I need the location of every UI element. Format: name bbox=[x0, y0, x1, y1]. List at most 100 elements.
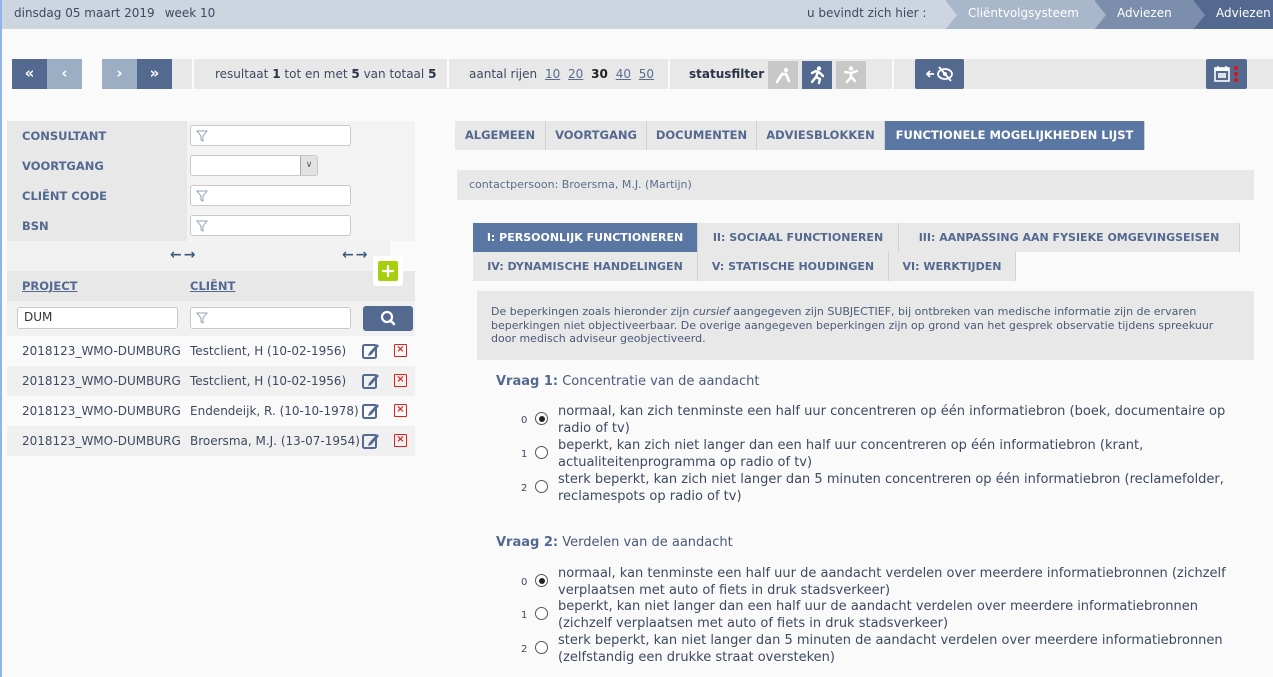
result-summary: resultaat 1 tot en met 5 van totaal 5 bbox=[215, 67, 437, 81]
statusfilter-running-button[interactable] bbox=[802, 61, 832, 89]
sort-client-link[interactable]: CLIËNT bbox=[190, 279, 235, 293]
plus-icon: + bbox=[378, 261, 398, 281]
add-button[interactable]: + bbox=[373, 256, 403, 286]
voortgang-label: VOORTGANG bbox=[7, 151, 187, 181]
delete-icon[interactable]: × bbox=[394, 404, 407, 417]
filter-row-consultant: CONSULTANT bbox=[7, 121, 415, 151]
search-button[interactable] bbox=[363, 306, 413, 331]
consultant-filter-input[interactable] bbox=[190, 125, 351, 146]
prev-page-button[interactable]: ‹ bbox=[47, 59, 82, 89]
breadcrumb-clientvolgsysteem[interactable]: Cliëntvolgsysteem bbox=[945, 0, 1096, 30]
top-bar: dinsdag 05 maart 2019 week 10 u bevindt z… bbox=[2, 0, 1273, 30]
radio-button[interactable] bbox=[535, 446, 548, 459]
client-cell: Broersma, M.J. (13-07-1954) bbox=[190, 434, 360, 448]
project-cell: 2018123_WMO-DUMBURG bbox=[22, 374, 181, 388]
filter-icon bbox=[196, 190, 208, 202]
project-search-input[interactable]: DUM bbox=[17, 307, 178, 329]
client-cell: Endendeijk, R. (10-10-1978) bbox=[190, 404, 359, 418]
week-text: week 10 bbox=[164, 6, 216, 20]
subtab-sociaal-functioneren[interactable]: II: SOCIAAL FUNCTIONEREN bbox=[698, 223, 899, 252]
client-cell: Testclient, H (10-02-1956) bbox=[190, 344, 347, 358]
search-icon bbox=[380, 310, 396, 326]
last-page-button[interactable]: » bbox=[137, 59, 172, 89]
tab-documenten[interactable]: DOCUMENTEN bbox=[647, 121, 757, 150]
running-icon bbox=[810, 66, 825, 85]
filter-icon bbox=[196, 130, 208, 142]
crouching-runner-icon bbox=[775, 67, 791, 84]
client-search-input[interactable] bbox=[190, 307, 351, 329]
list-search-row: DUM bbox=[7, 301, 415, 336]
rows-option-30-selected[interactable]: 30 bbox=[591, 67, 608, 81]
client-code-filter-input[interactable] bbox=[190, 185, 351, 206]
column-resize-row: ←→ ←→ bbox=[7, 241, 390, 271]
toolbar: « ‹ › » resultaat 1 tot en met 5 van tot… bbox=[2, 59, 1273, 89]
radio-button[interactable] bbox=[535, 641, 548, 654]
breadcrumb-adviezen[interactable]: Adviezen bbox=[1094, 0, 1195, 30]
breadcrumb-adviezen-current[interactable]: Adviezen bbox=[1193, 0, 1273, 30]
project-cell: 2018123_WMO-DUMBURG bbox=[22, 434, 181, 448]
rows-option-10[interactable]: 10 bbox=[545, 67, 560, 81]
table-row[interactable]: 2018123_WMO-DUMBURG Testclient, H (10-02… bbox=[7, 366, 415, 396]
filter-icon bbox=[196, 220, 208, 232]
filter-row-voortgang: VOORTGANG ∨ bbox=[7, 151, 415, 181]
next-page-button[interactable]: › bbox=[102, 59, 137, 89]
edit-icon[interactable] bbox=[362, 342, 380, 359]
current-date: dinsdag 05 maart 2019 week 10 bbox=[14, 6, 215, 20]
radio-button-selected[interactable] bbox=[535, 412, 548, 425]
project-cell: 2018123_WMO-DUMBURG bbox=[22, 404, 181, 418]
toggle-hidden-button[interactable] bbox=[915, 59, 964, 89]
client-column-arrows-icon[interactable]: ←→ bbox=[342, 247, 369, 263]
sort-project-link[interactable]: PROJECT bbox=[22, 279, 77, 293]
table-row[interactable]: 2018123_WMO-DUMBURG Testclient, H (10-02… bbox=[7, 336, 415, 366]
tab-adviesblokken[interactable]: ADVIESBLOKKEN bbox=[757, 121, 885, 150]
radio-button[interactable] bbox=[535, 607, 548, 620]
rows-option-40[interactable]: 40 bbox=[616, 67, 631, 81]
bsn-filter-input[interactable] bbox=[190, 215, 351, 236]
delete-icon[interactable]: × bbox=[394, 344, 407, 357]
date-text: dinsdag 05 maart 2019 bbox=[14, 6, 155, 20]
rows-option-20[interactable]: 20 bbox=[568, 67, 583, 81]
filter-row-bsn: BSN bbox=[7, 211, 415, 241]
finish-runner-icon bbox=[843, 66, 859, 84]
question-1-title: Vraag 1: Concentratie van de aandacht bbox=[496, 374, 760, 389]
edit-icon[interactable] bbox=[362, 372, 380, 389]
rows-option-50[interactable]: 50 bbox=[639, 67, 654, 81]
subjective-note: De beperkingen zoals hieronder zijn curs… bbox=[477, 291, 1254, 360]
chevron-down-icon[interactable]: ∨ bbox=[300, 156, 317, 175]
delete-icon[interactable]: × bbox=[394, 374, 407, 387]
statusfilter-label: statusfilter bbox=[689, 67, 765, 81]
first-page-button[interactable]: « bbox=[12, 59, 47, 89]
rows-per-page: aantal rijen 10 20 30 40 50 bbox=[469, 67, 655, 81]
voortgang-select[interactable]: ∨ bbox=[190, 155, 318, 176]
table-row[interactable]: 2018123_WMO-DUMBURG Endendeijk, R. (10-1… bbox=[7, 396, 415, 426]
statusfilter-start-button[interactable] bbox=[768, 61, 798, 89]
filter-icon bbox=[196, 312, 208, 324]
subtab-persoonlijk-functioneren[interactable]: I: PERSOONLIJK FUNCTIONEREN bbox=[473, 223, 698, 252]
project-cell: 2018123_WMO-DUMBURG bbox=[22, 344, 181, 358]
client-code-label: CLIËNT CODE bbox=[7, 181, 187, 211]
subtab-werktijden[interactable]: VI: WERKTIJDEN bbox=[889, 252, 1016, 281]
subtab-dynamische-handelingen[interactable]: IV: DYNAMISCHE HANDELINGEN bbox=[473, 252, 698, 281]
tab-voortgang[interactable]: VOORTGANG bbox=[546, 121, 647, 150]
location-label: u bevindt zich hier : bbox=[807, 6, 927, 20]
radio-button[interactable] bbox=[535, 480, 548, 493]
client-cell: Testclient, H (10-02-1956) bbox=[190, 374, 347, 388]
edit-icon[interactable] bbox=[362, 402, 380, 419]
question-2-title: Vraag 2: Verdelen van de aandacht bbox=[496, 535, 733, 550]
consultant-label: CONSULTANT bbox=[7, 121, 187, 151]
delete-icon[interactable]: × bbox=[394, 434, 407, 447]
tab-functionele-mogelijkheden-lijst[interactable]: FUNCTIONELE MOGELIJKHEDEN LIJST bbox=[885, 121, 1145, 150]
table-row[interactable]: 2018123_WMO-DUMBURG Broersma, M.J. (13-0… bbox=[7, 426, 415, 456]
calendar-icon bbox=[1213, 66, 1238, 82]
subtab-aanpassing-fysieke-omgevingseisen[interactable]: III: AANPASSING AAN FYSIEKE OMGEVINGSEIS… bbox=[899, 223, 1240, 252]
edit-icon[interactable] bbox=[362, 432, 380, 449]
calendar-button[interactable] bbox=[1206, 59, 1247, 89]
statusfilter-finished-button[interactable] bbox=[836, 61, 866, 89]
bsn-label: BSN bbox=[7, 211, 187, 241]
filter-panel: CONSULTANT VOORTGANG ∨ CLIËNT CODE BSN ←… bbox=[7, 121, 415, 271]
list-header: PROJECT CLIËNT bbox=[7, 271, 415, 301]
tab-algemeen[interactable]: ALGEMEEN bbox=[455, 121, 546, 150]
radio-button-selected[interactable] bbox=[535, 574, 548, 587]
subtab-statische-houdingen[interactable]: V: STATISCHE HOUDINGEN bbox=[698, 252, 889, 281]
project-column-arrows-icon[interactable]: ←→ bbox=[170, 247, 197, 263]
